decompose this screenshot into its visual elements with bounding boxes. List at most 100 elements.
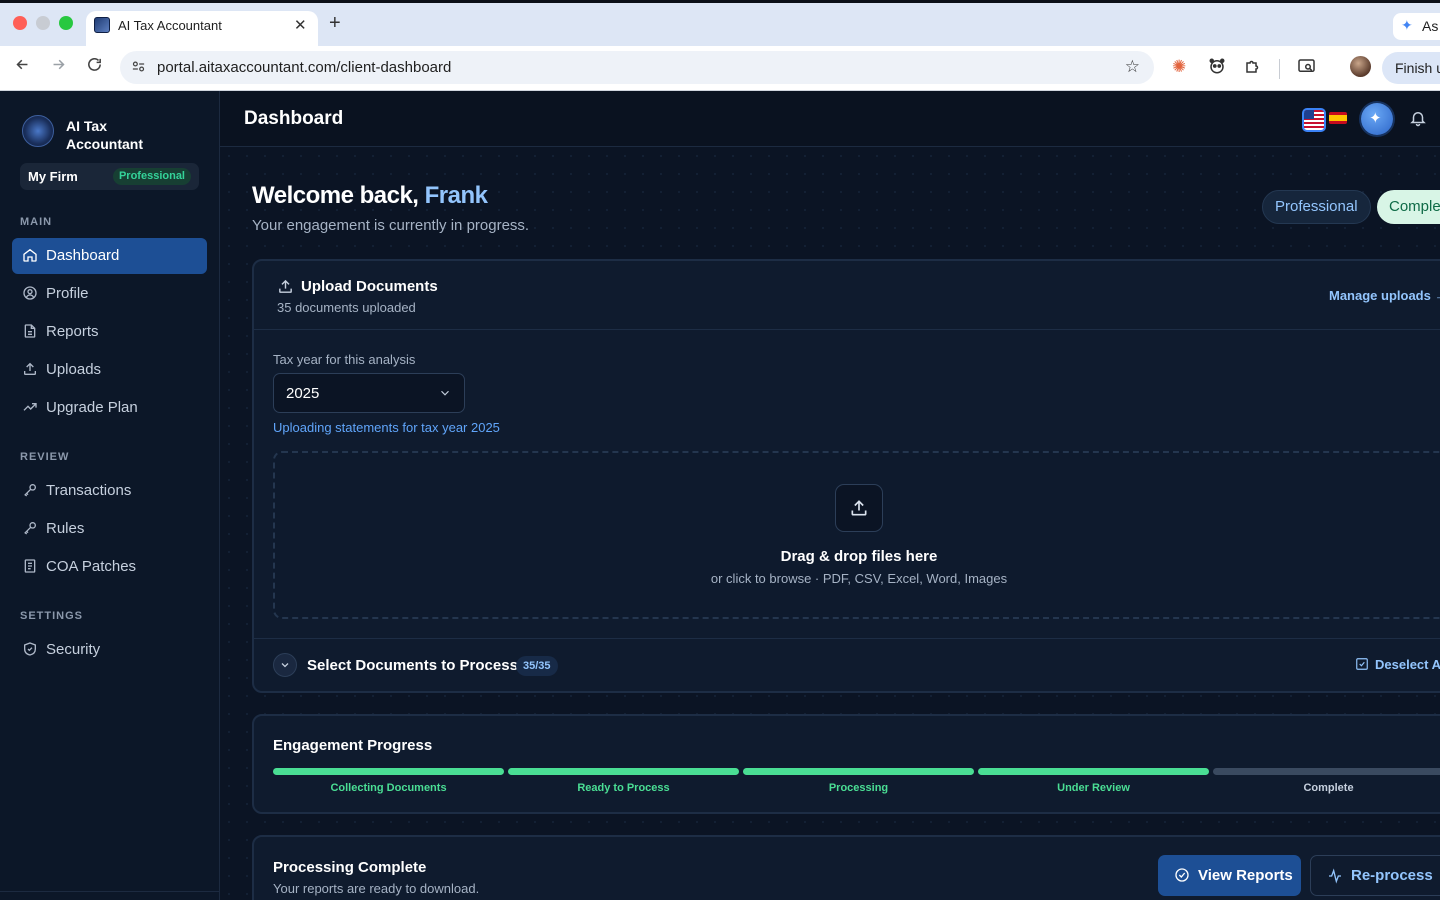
reprocess-button[interactable]: Re-process bbox=[1310, 855, 1440, 896]
sidebar-item-label: Rules bbox=[46, 520, 85, 537]
sidebar-item-label: Security bbox=[46, 641, 101, 658]
sparkle-icon: ✦ bbox=[1369, 110, 1382, 127]
dropzone-subtitle: or click to browse · PDF, CSV, Excel, Wo… bbox=[710, 571, 1008, 586]
spain-flag-icon[interactable] bbox=[1329, 112, 1347, 124]
select-documents-toggle[interactable] bbox=[273, 653, 297, 677]
sidebar-item-profile[interactable]: Profile bbox=[12, 276, 207, 312]
progress-step-label: Complete bbox=[1303, 782, 1354, 794]
panda-extension-icon[interactable] bbox=[1208, 57, 1226, 80]
tax-year-label: Tax year for this analysis bbox=[273, 352, 416, 367]
close-window-button[interactable] bbox=[13, 16, 27, 30]
tax-year-value: 2025 bbox=[286, 385, 320, 402]
profile-avatar[interactable] bbox=[1350, 56, 1371, 77]
reprocess-label: Re-process bbox=[1351, 867, 1433, 884]
sidebar-divider bbox=[0, 891, 220, 892]
browser-toolbar: portal.aitaxaccountant.com/client-dashbo… bbox=[0, 46, 1440, 91]
puzzle-icon[interactable] bbox=[1244, 57, 1262, 80]
sidebar-item-rules[interactable]: Rules bbox=[12, 511, 207, 547]
claude-extension-icon[interactable]: ✺ bbox=[1172, 57, 1186, 77]
tab-title: AI Tax Accountant bbox=[118, 18, 222, 33]
assistant-label: As bbox=[1422, 18, 1439, 34]
select-documents-title[interactable]: Select Documents to Process bbox=[307, 657, 518, 674]
shield-icon bbox=[24, 642, 36, 656]
list-file-icon bbox=[24, 559, 36, 573]
sidebar-item-label: Dashboard bbox=[46, 247, 120, 264]
reload-icon[interactable] bbox=[86, 56, 103, 78]
bell-icon[interactable] bbox=[1409, 109, 1427, 127]
user-circle-icon bbox=[23, 286, 37, 300]
address-bar[interactable]: portal.aitaxaccountant.com/client-dashbo… bbox=[120, 51, 1154, 84]
page-header: Dashboard ✦ bbox=[220, 91, 1440, 147]
progress-step-label: Under Review bbox=[1057, 782, 1130, 794]
sidebar-item-label: Uploads bbox=[46, 361, 102, 378]
tab-close-icon[interactable]: ✕ bbox=[294, 16, 307, 34]
view-reports-label: View Reports bbox=[1198, 867, 1293, 884]
new-tab-button[interactable]: + bbox=[329, 12, 341, 35]
sidebar-item-label: Transactions bbox=[46, 482, 132, 499]
progress-step-bar bbox=[743, 768, 974, 775]
sidebar-item-coa-patches[interactable]: COA Patches bbox=[12, 549, 207, 585]
sidebar-item-label: COA Patches bbox=[46, 558, 137, 575]
us-flag-icon[interactable] bbox=[1302, 108, 1326, 132]
finish-update-button[interactable]: Finish u bbox=[1382, 52, 1440, 84]
activity-icon bbox=[1329, 868, 1341, 884]
dropzone-title: Drag & drop files here bbox=[780, 548, 938, 565]
bookmark-star-icon[interactable]: ☆ bbox=[1125, 57, 1140, 77]
sidebar: AI Tax Accountant My Firm Professional M… bbox=[0, 91, 220, 900]
section-title-review: REVIEW bbox=[20, 451, 70, 463]
section-title-main: MAIN bbox=[20, 216, 53, 228]
brand-name: AI Tax Accountant bbox=[66, 118, 143, 152]
home-icon bbox=[23, 248, 37, 262]
back-arrow-icon[interactable] bbox=[14, 56, 31, 78]
sidebar-item-uploads[interactable]: Uploads bbox=[12, 352, 207, 388]
sidebar-item-dashboard[interactable]: Dashboard bbox=[12, 238, 207, 274]
processing-complete-subtitle: Your reports are ready to download. bbox=[273, 881, 480, 896]
minimize-window-button[interactable] bbox=[36, 16, 50, 30]
check-circle-icon bbox=[1175, 868, 1189, 882]
checkbox-icon bbox=[1356, 658, 1368, 670]
sidebar-item-label: Reports bbox=[46, 323, 99, 340]
plan-badge: Professional bbox=[112, 168, 191, 185]
progress-step-label: Ready to Process bbox=[577, 782, 670, 794]
forward-arrow-icon[interactable] bbox=[50, 56, 67, 78]
plan-badge: Professional bbox=[1262, 190, 1371, 224]
site-settings-icon[interactable] bbox=[131, 59, 146, 77]
welcome-subtitle: Your engagement is currently in progress… bbox=[252, 217, 530, 234]
welcome-greeting: Welcome back, bbox=[252, 182, 419, 209]
browser-tab[interactable]: AI Tax Accountant ✕ bbox=[86, 11, 318, 49]
sidebar-item-security[interactable]: Security bbox=[12, 632, 207, 668]
upload-documents-card: Upload Documents 35 documents uploaded M… bbox=[252, 259, 1440, 693]
app-logo bbox=[22, 115, 54, 147]
progress-step-bar bbox=[978, 768, 1209, 775]
upload-icon bbox=[279, 279, 292, 293]
url-text[interactable]: portal.aitaxaccountant.com/client-dashbo… bbox=[157, 59, 451, 76]
search-tab-icon[interactable] bbox=[1297, 57, 1316, 80]
processing-complete-card: Processing Complete Your reports are rea… bbox=[252, 835, 1440, 900]
upload-icon bbox=[851, 500, 867, 516]
card-divider bbox=[254, 638, 1440, 639]
tax-year-select[interactable]: 2025 bbox=[273, 373, 465, 413]
welcome-name: Frank bbox=[424, 182, 488, 209]
page-title: Dashboard bbox=[244, 108, 344, 129]
status-badge: Complete bbox=[1377, 190, 1440, 224]
manage-uploads-link[interactable]: Manage uploads → bbox=[1329, 288, 1440, 303]
card-divider bbox=[254, 329, 1440, 330]
file-dropzone[interactable]: Drag & drop files here or click to brows… bbox=[273, 451, 1440, 619]
engagement-progress-card: Engagement Progress Collecting Documents… bbox=[252, 714, 1440, 814]
sidebar-item-transactions[interactable]: Transactions bbox=[12, 473, 207, 509]
assistant-extension-button[interactable]: ✦ As bbox=[1393, 13, 1440, 40]
processing-complete-title: Processing Complete bbox=[273, 859, 427, 876]
view-reports-button[interactable]: View Reports bbox=[1158, 855, 1301, 896]
sidebar-item-reports[interactable]: Reports bbox=[12, 314, 207, 350]
ai-assistant-button[interactable]: ✦ bbox=[1361, 103, 1393, 135]
sidebar-item-upgrade-plan[interactable]: Upgrade Plan bbox=[12, 390, 207, 426]
main-content: Welcome back, Frank Your engagement is c… bbox=[220, 147, 1440, 900]
progress-step-bar bbox=[1213, 768, 1440, 775]
progress-step-bar bbox=[273, 768, 504, 775]
tax-year-note: Uploading statements for tax year 2025 bbox=[273, 420, 500, 435]
favicon-icon bbox=[94, 17, 110, 33]
zoom-window-button[interactable] bbox=[59, 16, 73, 30]
finish-update-label: Finish u bbox=[1395, 60, 1440, 76]
firm-switcher[interactable]: My Firm Professional bbox=[20, 163, 199, 190]
progress-title: Engagement Progress bbox=[273, 737, 433, 754]
